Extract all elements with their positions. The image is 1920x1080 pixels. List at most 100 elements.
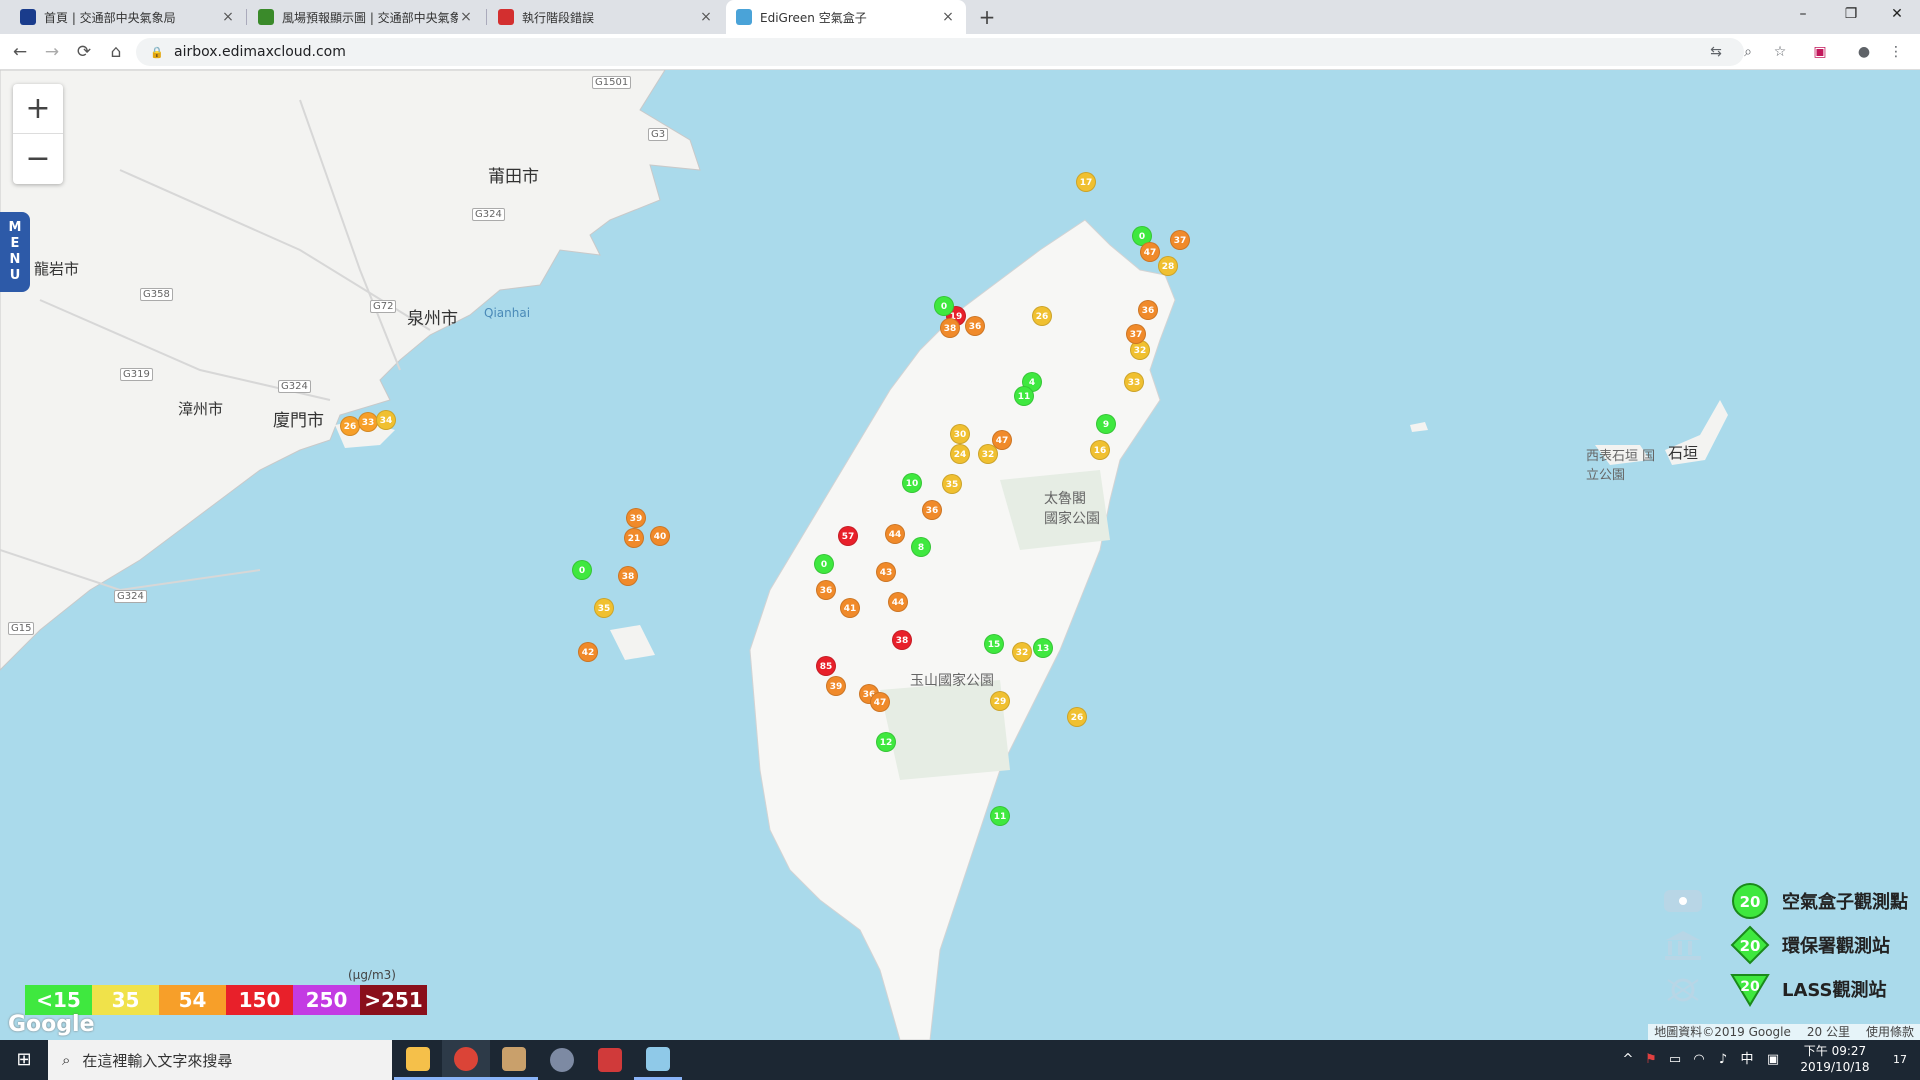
air-quality-marker[interactable]: 43 [876,562,896,582]
air-quality-marker[interactable]: 21 [624,528,644,548]
air-quality-marker[interactable]: 33 [1124,372,1144,392]
air-quality-marker[interactable]: 28 [1158,256,1178,276]
air-quality-marker[interactable]: 26 [340,416,360,436]
error-favicon-icon [498,9,514,25]
air-quality-marker[interactable]: 36 [922,500,942,520]
air-quality-marker[interactable]: 38 [940,318,960,338]
account-icon[interactable]: ● [1852,40,1876,64]
address-bar[interactable]: 🔒 airbox.edimaxcloud.com [136,38,1744,66]
air-quality-marker[interactable]: 41 [840,598,860,618]
air-quality-marker[interactable]: 13 [1033,638,1053,658]
volume-icon[interactable]: ♪ [1712,1040,1734,1080]
taskbar-app[interactable] [490,1040,538,1080]
taskbar-search[interactable]: ⌕ 在這裡輸入文字來搜尋 [48,1040,392,1080]
air-quality-marker[interactable]: 16 [1090,440,1110,460]
close-icon[interactable]: × [698,9,714,25]
tab-wind-forecast[interactable]: 風場預報顯示圖 | 交通部中央氣象局 × [248,0,484,34]
reload-button[interactable]: ⟳ [70,38,98,66]
zoom-out-button[interactable]: − [13,134,63,184]
google-logo[interactable]: Google [8,1012,95,1037]
extension-icon[interactable]: ▣ [1808,40,1832,64]
show-hidden-icons-button[interactable]: ^ [1618,1040,1638,1080]
forward-button[interactable]: → [38,38,66,66]
taskbar-app[interactable] [538,1040,586,1080]
air-quality-marker[interactable]: 37 [1126,324,1146,344]
air-quality-marker[interactable]: 9 [1096,414,1116,434]
air-quality-marker[interactable]: 35 [594,598,614,618]
close-icon[interactable]: × [220,9,236,25]
close-icon[interactable]: × [458,9,474,25]
battery-icon[interactable]: ▭ [1664,1040,1686,1080]
tray-app-icon[interactable]: ▣ [1762,1040,1784,1080]
security-icon[interactable]: ⚑ [1640,1040,1662,1080]
tab-edigreen-airbox[interactable]: EdiGreen 空氣盒子 × [726,0,966,34]
scale-item: >251 [360,985,427,1015]
air-quality-marker[interactable]: 30 [950,424,970,444]
taskbar-app[interactable] [442,1040,490,1080]
taskbar-app[interactable] [394,1040,442,1080]
menu-icon[interactable]: ⋮ [1884,40,1908,64]
air-quality-marker[interactable]: 0 [934,296,954,316]
star-icon[interactable]: ☆ [1768,40,1792,64]
air-quality-marker[interactable]: 8 [911,537,931,557]
air-quality-marker[interactable]: 32 [1012,642,1032,662]
air-quality-marker[interactable]: 38 [618,566,638,586]
minimize-button[interactable]: – [1780,0,1826,30]
air-quality-marker[interactable]: 57 [838,526,858,546]
zoom-icon[interactable]: ⌕ [1736,40,1760,64]
air-quality-marker[interactable]: 10 [902,473,922,493]
zoom-in-button[interactable]: + [13,84,63,134]
air-quality-marker[interactable]: 38 [892,630,912,650]
translate-icon[interactable]: ⇆ [1704,40,1728,64]
air-quality-marker[interactable]: 36 [1138,300,1158,320]
air-quality-marker[interactable]: 35 [942,474,962,494]
air-quality-marker[interactable]: 24 [950,444,970,464]
air-quality-marker[interactable]: 15 [984,634,1004,654]
air-quality-marker[interactable]: 26 [1032,306,1052,326]
maximize-button[interactable]: ❐ [1828,0,1874,30]
start-button[interactable]: ⊞ [0,1040,48,1080]
air-quality-marker[interactable]: 12 [876,732,896,752]
new-tab-button[interactable]: + [975,5,999,29]
close-icon[interactable]: × [940,9,956,25]
air-quality-marker[interactable]: 44 [885,524,905,544]
air-quality-marker[interactable]: 85 [816,656,836,676]
taskbar-app[interactable] [634,1040,682,1080]
home-button[interactable]: ⌂ [102,38,130,66]
air-quality-marker[interactable]: 11 [1014,386,1034,406]
input-method-icon[interactable]: 中 [1736,1040,1758,1080]
close-window-button[interactable]: ✕ [1874,0,1920,30]
air-quality-marker[interactable]: 37 [1170,230,1190,250]
air-quality-marker[interactable]: 47 [870,692,890,712]
air-quality-marker[interactable]: 36 [965,316,985,336]
air-quality-marker[interactable]: 33 [358,412,378,432]
taskbar-app[interactable] [586,1040,634,1080]
air-quality-marker[interactable]: 36 [816,580,836,600]
city-label: 漳州市 [178,400,224,418]
terms-link[interactable]: 使用條款 [1866,1024,1914,1040]
network-icon[interactable]: ◠ [1688,1040,1710,1080]
air-quality-marker[interactable]: 32 [978,444,998,464]
menu-tab[interactable]: M E N U [0,212,30,292]
air-quality-marker[interactable]: 11 [990,806,1010,826]
menu-letter: N [9,252,21,267]
air-quality-marker[interactable]: 0 [814,554,834,574]
taskbar-clock[interactable]: 下午 09:27 2019/10/18 [1790,1043,1880,1075]
air-quality-marker[interactable]: 39 [626,508,646,528]
notification-center-button[interactable]: 17 [1882,1040,1918,1080]
air-quality-marker[interactable]: 29 [990,691,1010,711]
tab-cwb-home[interactable]: 首頁 | 交通部中央氣象局 × [10,0,246,34]
tab-runtime-error[interactable]: 執行階段錯誤 × [488,0,724,34]
air-quality-map[interactable]: 莆田市 龍岩市 泉州市 漳州市 廈門市 石垣 G1501 G3 G324 G35… [0,70,1920,1040]
air-quality-marker[interactable]: 0 [572,560,592,580]
back-button[interactable]: ← [6,38,34,66]
air-quality-marker[interactable]: 39 [826,676,846,696]
air-quality-marker[interactable]: 26 [1067,707,1087,727]
air-quality-marker[interactable]: 17 [1076,172,1096,192]
air-quality-marker[interactable]: 34 [376,410,396,430]
air-quality-marker[interactable]: 44 [888,592,908,612]
air-quality-marker[interactable]: 40 [650,526,670,546]
air-quality-marker[interactable]: 42 [578,642,598,662]
legend-airbox-row: 20 空氣盒子觀測點 [1658,880,1920,922]
air-quality-marker[interactable]: 47 [1140,242,1160,262]
